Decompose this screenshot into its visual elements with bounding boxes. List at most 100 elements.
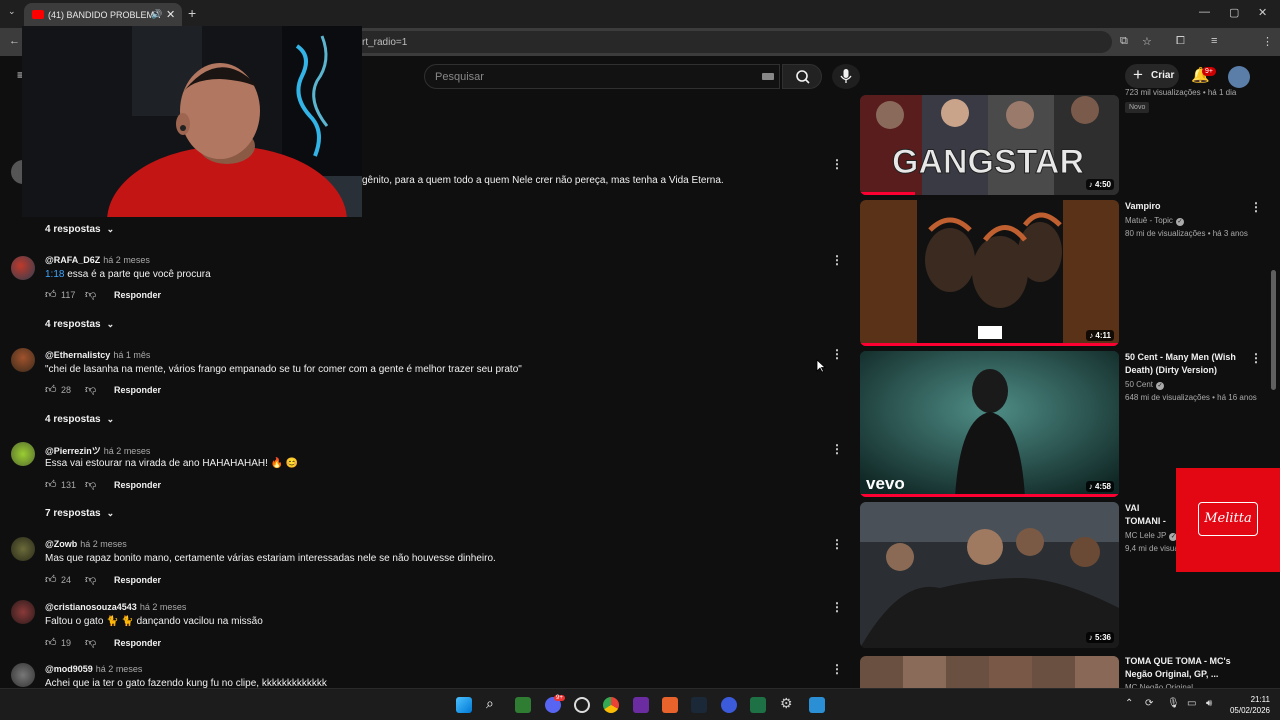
comment-time[interactable]: há 2 meses — [80, 539, 127, 549]
voice-search-button[interactable] — [832, 64, 860, 89]
comment-author[interactable]: @Zowb há 2 meses — [45, 539, 127, 549]
comment-menu-icon[interactable]: ⋮ — [831, 662, 843, 676]
reply-button[interactable]: Responder — [114, 290, 161, 300]
comment-time[interactable]: há 2 meses — [104, 446, 151, 456]
comment-menu-icon[interactable]: ⋮ — [831, 442, 843, 456]
keyboard-icon[interactable] — [762, 73, 774, 80]
comment-menu-icon[interactable]: ⋮ — [831, 600, 843, 614]
video-title[interactable]: Vampiro — [1125, 200, 1243, 213]
channel-label[interactable]: Matuê - Topic — [1125, 216, 1173, 225]
cast-icon[interactable]: ⧉ — [1120, 35, 1128, 48]
video-title[interactable]: 50 Cent - Many Men (Wish Death) (Dirty V… — [1125, 351, 1243, 377]
like-icon[interactable]: 👍︎ — [45, 478, 57, 491]
comment-time[interactable]: há 1 mês — [113, 350, 150, 360]
like-icon[interactable]: 👍︎ — [45, 636, 57, 649]
comment-menu-icon[interactable]: ⋮ — [831, 537, 843, 551]
dislike-icon[interactable]: 👎︎ — [85, 383, 96, 396]
start-icon[interactable] — [456, 697, 472, 713]
create-button[interactable]: + Criar — [1125, 64, 1179, 88]
search-button[interactable] — [782, 64, 822, 89]
tab-close-icon[interactable]: ✕ — [166, 8, 175, 21]
video-thumbnail[interactable]: vevo ♪ 4:58 — [860, 351, 1119, 497]
avatar[interactable] — [11, 442, 35, 466]
author-handle[interactable]: @RAFA_D6Z — [45, 255, 100, 265]
user-avatar[interactable] — [1228, 66, 1250, 88]
dislike-icon[interactable]: 👎︎ — [85, 573, 96, 586]
app-icon[interactable] — [721, 697, 737, 713]
steam-icon[interactable] — [691, 697, 707, 713]
search-icon[interactable]: ⌕ — [486, 695, 502, 711]
clock[interactable]: 21:11 05/02/2026 — [1222, 694, 1270, 716]
comment-author[interactable]: @mod9059 há 2 meses — [45, 664, 142, 674]
reply-button[interactable]: Responder — [114, 385, 161, 395]
video-menu-icon[interactable]: ⋮ — [1250, 200, 1262, 214]
author-handle[interactable]: @Pierrezinツ — [45, 446, 101, 456]
replies-toggle[interactable]: 4 respostas ⌄ — [45, 319, 114, 330]
extensions-icon[interactable]: ⧠ — [1176, 35, 1185, 48]
dislike-icon[interactable]: 👎︎ — [85, 288, 96, 301]
tray-chevron-icon[interactable]: ⌃ — [1125, 698, 1133, 709]
comment-author[interactable]: @RAFA_D6Z há 2 meses — [45, 255, 150, 265]
channel-label[interactable]: MC Lele JP — [1125, 531, 1166, 540]
video-menu-icon[interactable]: ⋮ — [1250, 351, 1262, 365]
reply-button[interactable]: Responder — [114, 575, 161, 585]
dislike-icon[interactable]: 👎︎ — [85, 636, 96, 649]
app-icon[interactable] — [662, 697, 678, 713]
microphone-icon[interactable]: 🎙︎ — [1167, 698, 1180, 709]
like-icon[interactable]: 👍︎ — [45, 573, 57, 586]
comment-time[interactable]: há 2 meses — [140, 602, 187, 612]
comment-author[interactable]: @Ethernalistcy há 1 mês — [45, 350, 150, 360]
new-tab-button[interactable]: + — [188, 5, 196, 21]
avatar[interactable] — [11, 600, 35, 624]
replies-toggle[interactable]: 4 respostas ⌄ — [45, 224, 114, 235]
avatar[interactable] — [11, 663, 35, 687]
channel-name[interactable]: MC Lele JP ✓ — [1125, 531, 1178, 541]
comment-author[interactable]: @Pierrezinツ há 2 meses — [45, 444, 150, 457]
network-icon[interactable]: ▭ — [1187, 698, 1196, 709]
channel-name[interactable]: 50 Cent ✓ — [1125, 380, 1165, 390]
bookmark-star-icon[interactable]: ☆ — [1142, 35, 1152, 48]
replies-toggle[interactable]: 4 respostas ⌄ — [45, 414, 114, 425]
back-icon[interactable]: ← — [9, 35, 20, 47]
tray-icon[interactable]: ⟳ — [1145, 698, 1153, 709]
video-thumbnail[interactable]: ♪ 4:11 — [860, 200, 1119, 346]
channel-label[interactable]: 50 Cent — [1125, 380, 1153, 389]
minimize-button[interactable]: — — [1199, 6, 1210, 18]
nzxt-icon[interactable] — [633, 697, 649, 713]
app-icon[interactable] — [515, 697, 531, 713]
video-thumbnail[interactable]: GANGSTAR ♪ 4:50 — [860, 95, 1119, 195]
like-icon[interactable]: 👍︎ — [45, 288, 57, 301]
search-input[interactable]: Pesquisar — [424, 64, 780, 89]
comment-menu-icon[interactable]: ⋮ — [831, 347, 843, 361]
replies-toggle[interactable]: 7 respostas ⌄ — [45, 508, 114, 519]
video-thumbnail[interactable] — [860, 656, 1119, 688]
tab-list-chevron-icon[interactable]: ⌄ — [8, 6, 16, 17]
channel-name[interactable]: Matuê - Topic ✓ — [1125, 216, 1184, 226]
author-handle[interactable]: @mod9059 — [45, 664, 93, 674]
comment-time[interactable]: há 2 meses — [96, 664, 143, 674]
video-thumbnail[interactable]: ♪ 5:36 — [860, 502, 1119, 648]
avatar[interactable] — [11, 537, 35, 561]
browser-tab[interactable]: (41) BANDIDO PROBLEMAT 🔊 ✕ — [24, 3, 182, 28]
comment-author[interactable]: @cristianosouza4543 há 2 meses — [45, 602, 186, 612]
dislike-icon[interactable]: 👎︎ — [85, 478, 96, 491]
author-handle[interactable]: @cristianosouza4543 — [45, 602, 137, 612]
maximize-button[interactable]: ▢ — [1229, 6, 1239, 19]
app-icon[interactable] — [574, 697, 590, 713]
comment-time[interactable]: há 2 meses — [103, 255, 150, 265]
settings-icon[interactable]: ⚙ — [780, 695, 796, 711]
comment-menu-icon[interactable]: ⋮ — [831, 253, 843, 267]
app-icon[interactable] — [750, 697, 766, 713]
volume-icon[interactable]: 🔊︎ — [1206, 698, 1212, 709]
scrollbar-thumb[interactable] — [1271, 270, 1276, 390]
avatar[interactable] — [11, 256, 35, 280]
browser-menu-icon[interactable]: ⋮ — [1262, 35, 1273, 48]
close-window-button[interactable]: ✕ — [1258, 6, 1267, 19]
reply-button[interactable]: Responder — [114, 480, 161, 490]
like-icon[interactable]: 👍︎ — [45, 383, 57, 396]
chrome-icon[interactable] — [603, 697, 619, 713]
video-title[interactable]: TOMA QUE TOMA - MC's Negão Original, GP,… — [1125, 655, 1243, 681]
reading-list-icon[interactable]: ≡ — [1211, 35, 1217, 47]
app-icon[interactable] — [809, 697, 825, 713]
comment-menu-icon[interactable]: ⋮ — [831, 157, 843, 171]
